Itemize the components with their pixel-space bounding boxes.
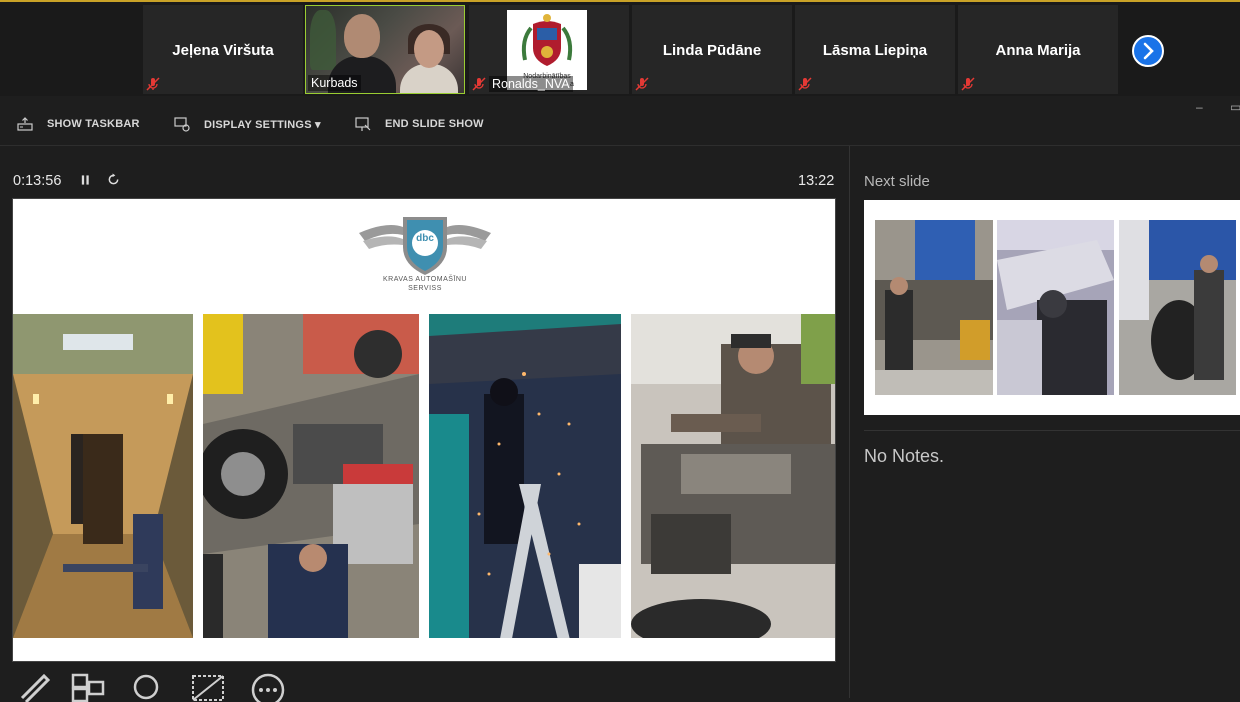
next-photo-1 (875, 220, 993, 395)
video-background (310, 10, 336, 70)
photo-engine-repair (631, 314, 835, 638)
participant-name: Jeļena Viršuta (172, 42, 274, 59)
participant-name: Linda Pūdāne (662, 42, 762, 59)
display-settings-icon (174, 117, 190, 132)
next-slide-preview[interactable] (864, 200, 1240, 415)
dbc-logo: dbc (359, 217, 491, 275)
participant-tile-linda[interactable]: Linda Pūdāne (632, 5, 792, 94)
speaker-notes: No Notes. (864, 446, 945, 466)
presenter-toolbar: SHOW TASKBAR DISPLAY SETTINGS ▾ END SLID… (0, 110, 1240, 142)
video-person (400, 64, 458, 93)
end-slide-show-button[interactable]: END SLIDE SHOW (385, 118, 484, 130)
chevron-right-icon (1143, 42, 1154, 60)
next-participants-button[interactable] (1132, 35, 1164, 67)
toolbar-divider (0, 145, 1240, 146)
video-person (344, 14, 380, 58)
pause-icon[interactable] (80, 173, 91, 189)
participant-label: Ronalds_NVA (489, 76, 573, 92)
current-slide[interactable]: dbc KRAVAS AUTOMAŠĪNU SERVISS (12, 198, 836, 662)
panel-divider (849, 146, 850, 698)
svg-text:dbc: dbc (416, 233, 434, 244)
mic-muted-icon (472, 77, 486, 91)
mic-muted-icon (635, 77, 649, 91)
mic-muted-icon (961, 77, 975, 91)
participant-name: Lāsma Liepiņa (822, 42, 928, 59)
participant-label: Kurbads (308, 75, 361, 91)
display-settings-button[interactable]: DISPLAY SETTINGS ▾ (204, 118, 321, 131)
photo-truck-chassis (203, 314, 419, 638)
participant-tile-kurbads[interactable]: Kurbads (305, 5, 465, 94)
next-photo-3 (1119, 220, 1236, 395)
notes-divider (864, 430, 1240, 431)
video-person (414, 30, 444, 68)
current-time: 13:22 (798, 173, 835, 189)
photo-welding (429, 314, 621, 638)
logo-text: KRAVAS AUTOMAŠĪNU (383, 276, 467, 283)
mic-muted-icon (798, 77, 812, 91)
next-slide-label: Next slide (864, 173, 930, 190)
next-photo-2 (997, 220, 1114, 395)
participant-name: Anna Marija (995, 42, 1081, 59)
taskbar-icon (17, 117, 33, 131)
show-taskbar-button[interactable]: SHOW TASKBAR (47, 118, 140, 130)
logo-text: SERVISS (408, 285, 442, 292)
participant-tile-jelena[interactable]: Jeļena Viršuta (143, 5, 303, 94)
participant-tile-ronalds[interactable]: Nodarbinātības a Ronalds_NVA (469, 5, 629, 94)
participant-tile-lasma[interactable]: Lāsma Liepiņa (795, 5, 955, 94)
participant-tile-anna[interactable]: Anna Marija (958, 5, 1118, 94)
restart-timer-icon[interactable] (107, 173, 120, 189)
mic-muted-icon (146, 77, 160, 91)
elapsed-timer: 0:13:56 (13, 173, 62, 189)
participant-strip: Jeļena Viršuta Kurbads Nodarbinātības a (0, 2, 1240, 96)
end-slideshow-icon (355, 117, 371, 131)
photo-inspection-pit (13, 314, 193, 638)
